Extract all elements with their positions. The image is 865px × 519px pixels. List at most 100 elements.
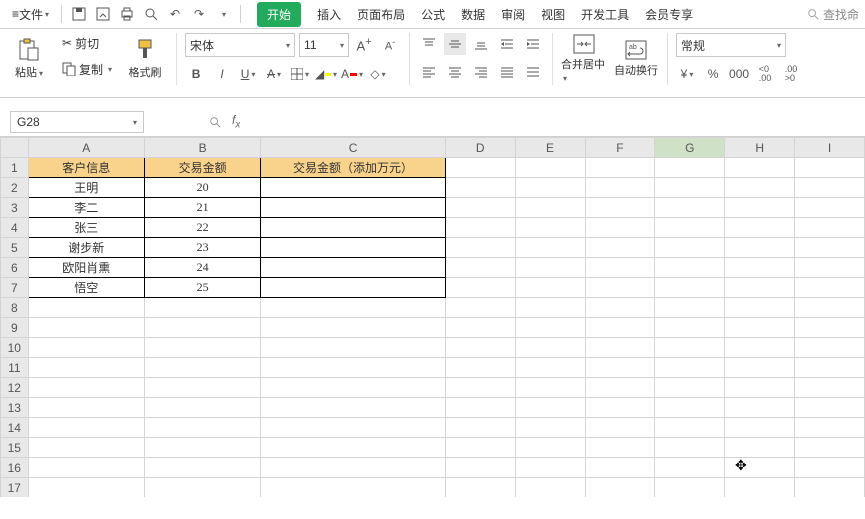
cell-B11[interactable] xyxy=(144,358,260,378)
decrease-indent-button[interactable] xyxy=(496,33,518,55)
increase-font-button[interactable]: A+ xyxy=(353,34,375,56)
cell-D14[interactable] xyxy=(445,418,515,438)
save-icon[interactable] xyxy=(68,3,90,25)
cell-G9[interactable] xyxy=(655,318,725,338)
cell-C16[interactable] xyxy=(261,458,445,478)
cell-A16[interactable] xyxy=(28,458,144,478)
cell-G8[interactable] xyxy=(655,298,725,318)
cell-F4[interactable] xyxy=(585,218,655,238)
clear-format-button[interactable]: ◇▾ xyxy=(367,63,389,85)
cell-E2[interactable] xyxy=(515,178,585,198)
cell-H10[interactable] xyxy=(725,338,795,358)
font-size-select[interactable]: 11▾ xyxy=(299,33,349,57)
cell-I1[interactable] xyxy=(795,158,865,178)
row-header-7[interactable]: 7 xyxy=(1,278,29,298)
cell-B17[interactable] xyxy=(144,478,260,498)
cell-F12[interactable] xyxy=(585,378,655,398)
cell-E4[interactable] xyxy=(515,218,585,238)
row-header-5[interactable]: 5 xyxy=(1,238,29,258)
cell-D11[interactable] xyxy=(445,358,515,378)
col-header-I[interactable]: I xyxy=(795,138,865,158)
cell-B5[interactable]: 23 xyxy=(144,238,260,258)
cell-I7[interactable] xyxy=(795,278,865,298)
cell-H13[interactable] xyxy=(725,398,795,418)
cell-A8[interactable] xyxy=(28,298,144,318)
cell-H9[interactable] xyxy=(725,318,795,338)
formula-input[interactable] xyxy=(240,111,857,133)
currency-button[interactable]: ¥▾ xyxy=(676,63,698,85)
cell-A14[interactable] xyxy=(28,418,144,438)
wrap-text-button[interactable]: ab 自动换行 xyxy=(613,33,659,85)
cell-H6[interactable] xyxy=(725,258,795,278)
cell-I3[interactable] xyxy=(795,198,865,218)
cell-G13[interactable] xyxy=(655,398,725,418)
cell-G17[interactable] xyxy=(655,478,725,498)
cell-I5[interactable] xyxy=(795,238,865,258)
cell-C10[interactable] xyxy=(261,338,445,358)
cell-G11[interactable] xyxy=(655,358,725,378)
col-header-H[interactable]: H xyxy=(725,138,795,158)
row-header-1[interactable]: 1 xyxy=(1,158,29,178)
cell-G4[interactable] xyxy=(655,218,725,238)
cell-A9[interactable] xyxy=(28,318,144,338)
tab-data[interactable]: 数据 xyxy=(461,2,485,27)
copy-button[interactable]: 复制▾ xyxy=(58,59,116,79)
decrease-font-button[interactable]: A- xyxy=(379,34,401,56)
cell-I17[interactable] xyxy=(795,478,865,498)
cell-G7[interactable] xyxy=(655,278,725,298)
save-as-icon[interactable] xyxy=(92,3,114,25)
cell-I10[interactable] xyxy=(795,338,865,358)
cell-D9[interactable] xyxy=(445,318,515,338)
cell-G14[interactable] xyxy=(655,418,725,438)
cell-B1[interactable]: 交易金额 xyxy=(144,158,260,178)
cell-E17[interactable] xyxy=(515,478,585,498)
cell-F6[interactable] xyxy=(585,258,655,278)
cell-F2[interactable] xyxy=(585,178,655,198)
cell-E3[interactable] xyxy=(515,198,585,218)
fill-color-button[interactable]: ◢▾ xyxy=(315,63,337,85)
cell-E16[interactable] xyxy=(515,458,585,478)
cell-D8[interactable] xyxy=(445,298,515,318)
print-preview-icon[interactable] xyxy=(140,3,162,25)
cell-H16[interactable] xyxy=(725,458,795,478)
cell-F9[interactable] xyxy=(585,318,655,338)
cell-F11[interactable] xyxy=(585,358,655,378)
cell-D16[interactable] xyxy=(445,458,515,478)
cell-E11[interactable] xyxy=(515,358,585,378)
col-header-D[interactable]: D xyxy=(445,138,515,158)
col-header-F[interactable]: F xyxy=(585,138,655,158)
cell-I11[interactable] xyxy=(795,358,865,378)
cell-D5[interactable] xyxy=(445,238,515,258)
cell-H17[interactable] xyxy=(725,478,795,498)
cell-E6[interactable] xyxy=(515,258,585,278)
cell-A2[interactable]: 王明 xyxy=(28,178,144,198)
redo-button[interactable]: ↷ xyxy=(188,3,210,25)
cell-E1[interactable] xyxy=(515,158,585,178)
row-header-17[interactable]: 17 xyxy=(1,478,29,498)
row-header-16[interactable]: 16 xyxy=(1,458,29,478)
borders-button[interactable]: ▾ xyxy=(289,63,311,85)
row-header-12[interactable]: 12 xyxy=(1,378,29,398)
cell-C5[interactable] xyxy=(261,238,445,258)
cell-E8[interactable] xyxy=(515,298,585,318)
cell-H1[interactable] xyxy=(725,158,795,178)
cell-I15[interactable] xyxy=(795,438,865,458)
cell-I4[interactable] xyxy=(795,218,865,238)
tab-view[interactable]: 视图 xyxy=(541,2,565,27)
cell-E13[interactable] xyxy=(515,398,585,418)
cell-A15[interactable] xyxy=(28,438,144,458)
row-header-4[interactable]: 4 xyxy=(1,218,29,238)
cell-F8[interactable] xyxy=(585,298,655,318)
tab-insert[interactable]: 插入 xyxy=(317,2,341,27)
cell-H14[interactable] xyxy=(725,418,795,438)
cell-D1[interactable] xyxy=(445,158,515,178)
cell-B14[interactable] xyxy=(144,418,260,438)
cell-C14[interactable] xyxy=(261,418,445,438)
cell-C2[interactable] xyxy=(261,178,445,198)
underline-button[interactable]: U▾ xyxy=(237,63,259,85)
align-left-button[interactable] xyxy=(418,61,440,83)
cell-F3[interactable] xyxy=(585,198,655,218)
cell-E12[interactable] xyxy=(515,378,585,398)
fx-icon[interactable]: fx xyxy=(232,113,240,130)
cell-H11[interactable] xyxy=(725,358,795,378)
